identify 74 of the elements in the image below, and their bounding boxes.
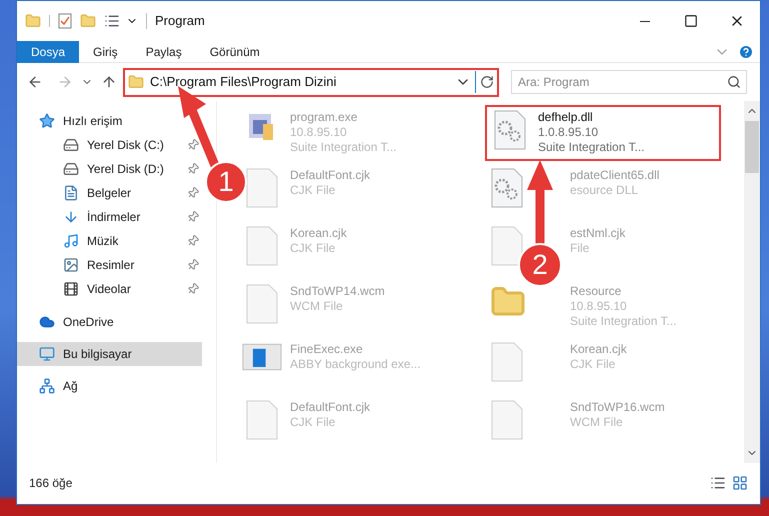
gear-file-icon [493,110,527,150]
file-detail: Suite Integration T... [570,314,677,329]
blank-file-icon [490,342,524,382]
drive-icon [63,137,79,153]
file-detail: ABBY background exe... [290,357,421,372]
ribbon-tab[interactable]: Görünüm [196,40,274,62]
document-icon [63,185,79,201]
sidebar-item[interactable]: OneDrive [17,310,120,334]
help-icon[interactable] [738,44,754,60]
sidebar-item[interactable]: Bu bilgisayar [17,342,202,366]
window-title: Program [155,12,205,30]
sidebar-item[interactable]: Yerel Disk (C:) [17,133,202,157]
file-detail: CJK File [290,241,336,256]
folder-icon[interactable] [25,13,41,29]
search-icon [727,75,741,89]
file-detail: Suite Integration T... [290,140,397,155]
maximize-icon [684,14,698,28]
window-icon [242,342,282,372]
monitor-icon [39,346,55,362]
sidebar-item[interactable]: Hızlı erişim [17,109,128,133]
cloud-icon [39,314,55,330]
film-icon [63,281,79,297]
blank-file-icon [245,168,279,208]
file-detail: WCM File [570,415,624,430]
file-detail: 1.0.8.95.10 [538,125,600,140]
ribbon-tab[interactable]: Giriş [79,40,132,62]
file-name[interactable]: defhelp.dll [538,110,645,125]
blank-file-icon [245,400,279,440]
search-field[interactable]: Ara: Program [511,70,747,94]
file-detail: esource DLL [570,183,640,198]
address-bar[interactable]: C:\Program Files\Program Dizini [123,68,499,96]
sidebar-item[interactable]: İndirmeler [17,205,202,229]
checklist-icon[interactable] [58,13,72,29]
network-icon [39,378,55,394]
blank-file-icon [490,226,524,266]
blank-file-icon [245,284,279,324]
sidebar-item[interactable]: Yerel Disk (D:) [17,157,202,181]
item-count: 166 öğe [29,475,72,492]
file-detail: File [570,241,590,256]
back-icon[interactable] [27,74,43,90]
sidebar-item[interactable]: Resimler [17,253,202,277]
star-icon [39,113,55,129]
file-detail: 10.8.95.10 [290,125,348,140]
file-detail: WCM File [290,299,344,314]
ribbon-tab[interactable]: Dosya [17,40,80,62]
file-detail: CJK File [290,415,336,430]
sidebar-item[interactable]: Belgeler [17,181,202,205]
sidebar-item[interactable]: Ağ [17,374,84,398]
file-detail: CJK File [290,183,336,198]
file-detail: 10.8.95.10 [570,299,628,314]
blank-file-icon [245,226,279,266]
music-note-icon [63,233,79,249]
sidebar-item[interactable]: Videolar [17,277,202,301]
folder-icon [128,74,144,90]
sidebar-item[interactable]: Müzik [17,229,202,253]
ribbon-tab[interactable]: Paylaş [132,40,196,62]
file-detail: Suite Integration T... [538,140,645,155]
scrollbar[interactable] [744,101,760,463]
large-icons-view-icon[interactable] [732,475,748,491]
properties-icon[interactable] [104,13,120,29]
address-path: C:\Program Files\Program Dizini [150,73,338,92]
image-icon [63,257,79,273]
forward-icon[interactable] [57,74,73,90]
highlighted-file[interactable]: defhelp.dll 1.0.8.95.10 Suite Integration T... [485,105,721,161]
details-view-icon[interactable] [710,475,726,491]
minimize-icon [640,20,650,22]
up-icon[interactable] [101,74,117,90]
blank-file-icon [490,400,524,440]
refresh-icon[interactable] [480,75,494,89]
file-detail: CJK File [570,357,616,372]
scrollbar-thumb[interactable] [745,121,759,173]
drive-icon [63,161,79,177]
new-folder-icon[interactable] [80,13,96,29]
gear-file-icon [490,168,524,208]
